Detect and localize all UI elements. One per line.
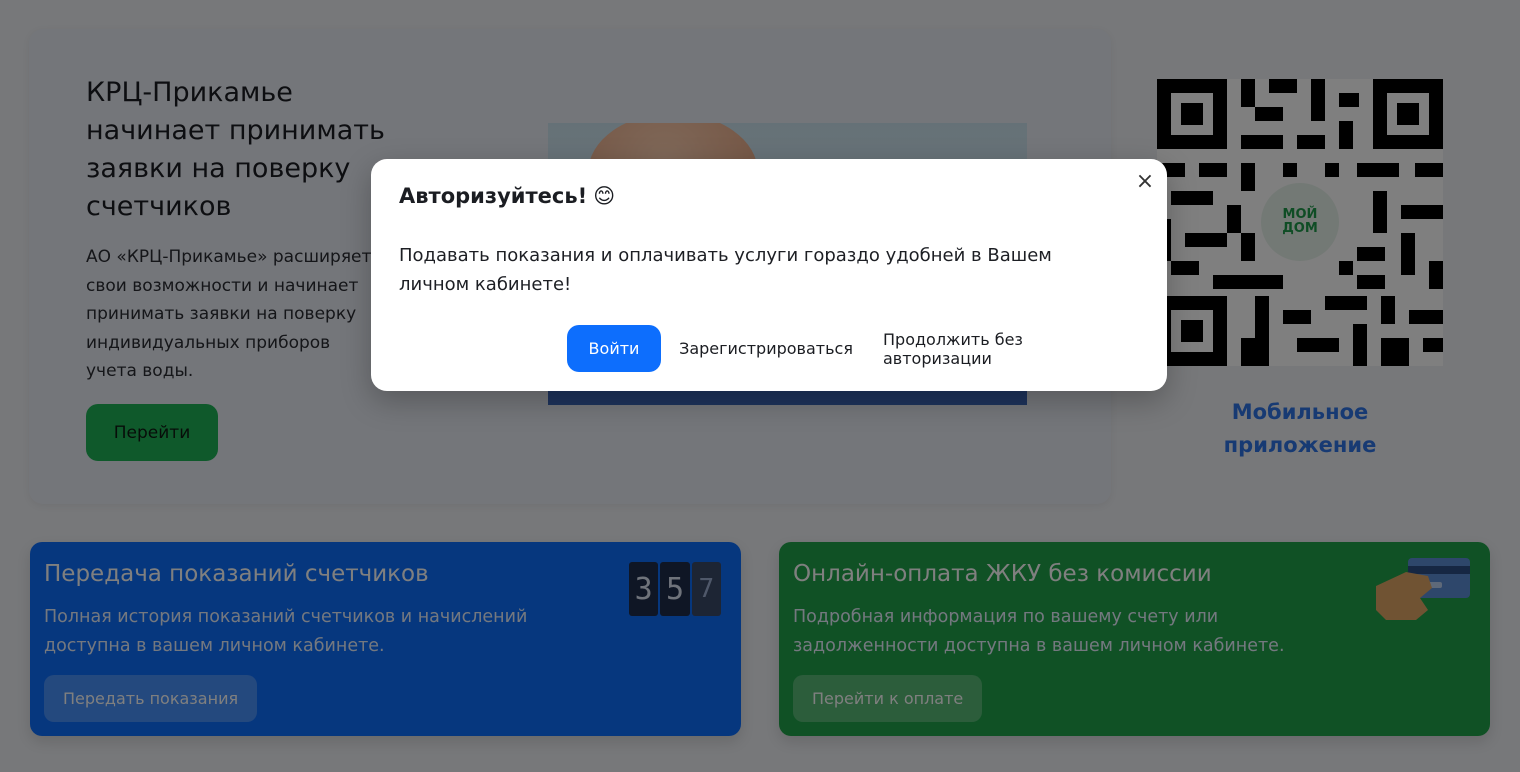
modal-title-text: Авторизуйтесь! [399, 184, 588, 208]
login-button[interactable]: Войти [567, 325, 661, 372]
close-icon[interactable]: × [1135, 171, 1155, 193]
auth-modal: Авторизуйтесь! 😊 × Подавать показания и о… [371, 159, 1167, 391]
smile-emoji-icon: 😊 [593, 184, 616, 208]
continue-without-auth-button[interactable]: Продолжить без авторизации [883, 325, 1127, 372]
page: КРЦ-Прикамье начинает принимать заявки н… [0, 0, 1520, 772]
modal-title: Авторизуйтесь! 😊 [399, 181, 615, 211]
modal-message: Подавать показания и оплачивать услуги г… [399, 245, 1052, 295]
register-button[interactable]: Зарегистрироваться [679, 325, 853, 372]
